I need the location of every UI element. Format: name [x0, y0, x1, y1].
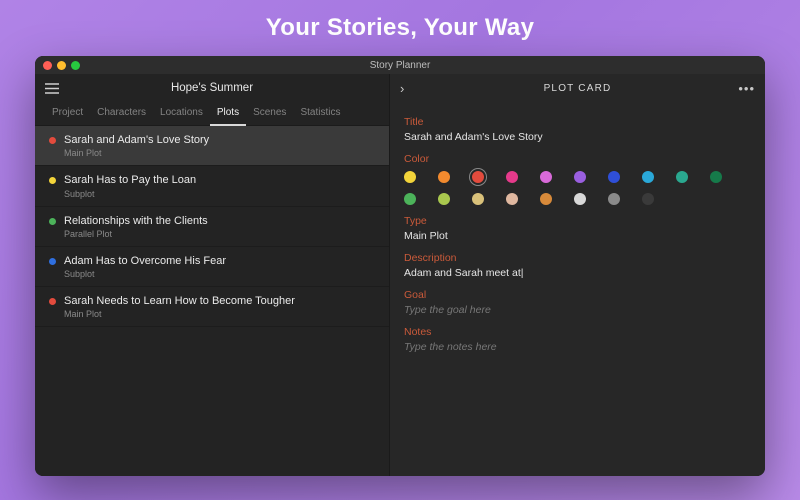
color-swatch[interactable] — [608, 193, 620, 205]
color-swatch[interactable] — [574, 171, 586, 183]
tab-statistics[interactable]: Statistics — [293, 102, 347, 125]
hero-tagline: Your Stories, Your Way — [266, 14, 534, 42]
label-notes: Notes — [404, 326, 751, 338]
plot-item-subtitle: Subplot — [64, 269, 226, 279]
titlebar-title: Story Planner — [35, 60, 765, 71]
label-type: Type — [404, 215, 751, 227]
color-swatch[interactable] — [506, 193, 518, 205]
plot-card-form: Title Sarah and Adam's Love Story Color … — [390, 102, 765, 363]
tab-scenes[interactable]: Scenes — [246, 102, 293, 125]
plot-list: Sarah and Adam's Love StoryMain PlotSara… — [35, 126, 389, 476]
project-title: Hope's Summer — [35, 82, 389, 94]
plot-item-title: Adam Has to Overcome His Fear — [64, 254, 226, 268]
plot-color-dot — [49, 218, 56, 225]
label-goal: Goal — [404, 289, 751, 301]
color-swatch[interactable] — [472, 171, 484, 183]
plot-item-subtitle: Subplot — [64, 189, 196, 199]
detail-header-title: PLOT CARD — [390, 83, 765, 94]
plot-item-title: Sarah Needs to Learn How to Become Tough… — [64, 294, 295, 308]
plot-item-title: Sarah and Adam's Love Story — [64, 133, 209, 147]
field-type[interactable]: Main Plot — [404, 230, 751, 242]
plot-color-dot — [49, 298, 56, 305]
plot-color-dot — [49, 137, 56, 144]
right-panel: › PLOT CARD ••• Title Sarah and Adam's L… — [390, 74, 765, 476]
label-description: Description — [404, 252, 751, 264]
color-swatch[interactable] — [404, 171, 416, 183]
color-picker — [404, 171, 751, 205]
color-swatch[interactable] — [438, 193, 450, 205]
color-swatch[interactable] — [676, 171, 688, 183]
plot-item-subtitle: Parallel Plot — [64, 229, 208, 239]
more-icon[interactable]: ••• — [738, 81, 755, 96]
app-window: Story Planner Hope's Summer ProjectChara… — [35, 56, 765, 476]
field-title[interactable]: Sarah and Adam's Love Story — [404, 131, 751, 143]
color-swatch[interactable] — [472, 193, 484, 205]
right-header: › PLOT CARD ••• — [390, 74, 765, 102]
color-swatch[interactable] — [710, 171, 722, 183]
tab-project[interactable]: Project — [45, 102, 90, 125]
color-swatch[interactable] — [642, 171, 654, 183]
traffic-lights[interactable] — [43, 61, 80, 70]
left-panel: Hope's Summer ProjectCharactersLocations… — [35, 74, 390, 476]
left-header: Hope's Summer — [35, 74, 389, 102]
field-description[interactable]: Adam and Sarah meet at — [404, 267, 751, 279]
plot-list-item[interactable]: Sarah Has to Pay the Loan Subplot — [35, 166, 389, 206]
color-swatch[interactable] — [540, 171, 552, 183]
color-swatch[interactable] — [608, 171, 620, 183]
tab-locations[interactable]: Locations — [153, 102, 210, 125]
mac-titlebar: Story Planner — [35, 56, 765, 74]
field-notes[interactable]: Type the notes here — [404, 341, 751, 353]
tab-plots[interactable]: Plots — [210, 102, 246, 126]
tab-bar: ProjectCharactersLocationsPlotsScenesSta… — [35, 102, 389, 126]
plot-item-subtitle: Main Plot — [64, 148, 209, 158]
plot-item-subtitle: Main Plot — [64, 309, 295, 319]
tab-characters[interactable]: Characters — [90, 102, 153, 125]
color-swatch[interactable] — [438, 171, 450, 183]
color-swatch[interactable] — [404, 193, 416, 205]
plot-list-item[interactable]: Sarah Needs to Learn How to Become Tough… — [35, 287, 389, 327]
fullscreen-window-icon[interactable] — [71, 61, 80, 70]
color-swatch[interactable] — [506, 171, 518, 183]
field-goal[interactable]: Type the goal here — [404, 304, 751, 316]
plot-color-dot — [49, 258, 56, 265]
minimize-window-icon[interactable] — [57, 61, 66, 70]
plot-list-item[interactable]: Sarah and Adam's Love StoryMain Plot — [35, 126, 389, 166]
color-swatch[interactable] — [540, 193, 552, 205]
plot-item-title: Sarah Has to Pay the Loan — [64, 173, 196, 187]
close-window-icon[interactable] — [43, 61, 52, 70]
plot-color-dot — [49, 177, 56, 184]
plot-item-title: Relationships with the Clients — [64, 214, 208, 228]
label-color: Color — [404, 153, 751, 165]
plot-list-item[interactable]: Relationships with the ClientsParallel P… — [35, 207, 389, 247]
plot-list-item[interactable]: Adam Has to Overcome His FearSubplot — [35, 247, 389, 287]
main-content: Hope's Summer ProjectCharactersLocations… — [35, 74, 765, 476]
color-swatch[interactable] — [574, 193, 586, 205]
color-swatch[interactable] — [642, 193, 654, 205]
label-title: Title — [404, 116, 751, 128]
